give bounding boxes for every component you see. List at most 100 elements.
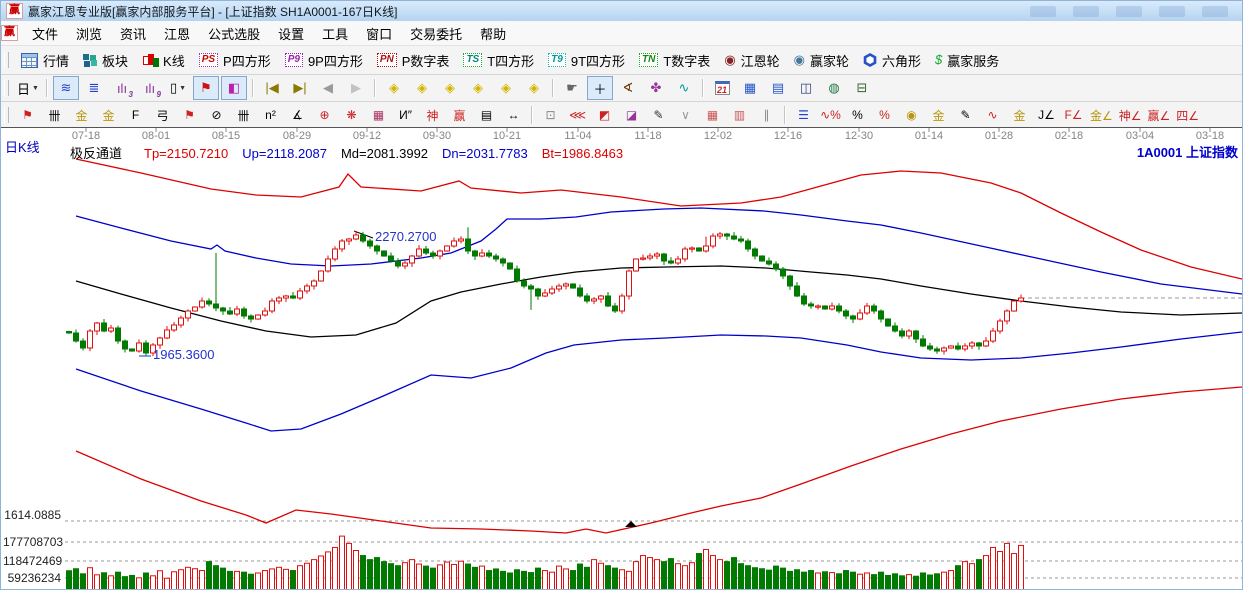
menu-item-trade[interactable]: 交易委托 — [401, 21, 471, 46]
brush-scale-tool[interactable]: ⚑ — [177, 104, 202, 126]
bars-3-button[interactable]: ılı3 — [109, 76, 135, 100]
j-angle-tool[interactable]: J∠ — [1034, 104, 1059, 126]
scale-lines-tool[interactable]: 卌 — [42, 104, 67, 126]
shen-angle-tool[interactable]: 神∠ — [1117, 104, 1144, 126]
printer-button[interactable]: ⊟ — [849, 76, 875, 100]
feature-gann-wheel-button[interactable]: ◉江恩轮 — [717, 49, 786, 72]
calculator-button[interactable]: ▦ — [737, 76, 763, 100]
color-histogram-button[interactable]: ◧ — [221, 76, 247, 100]
width-arrows-tool[interactable]: ↔ — [501, 104, 526, 126]
percent-tool[interactable]: % — [845, 104, 870, 126]
diamond-expand-button[interactable]: ◈ — [493, 76, 519, 100]
pencil-candle-tool[interactable]: ✎ — [953, 104, 978, 126]
i-marks-tool[interactable]: И″ — [393, 104, 418, 126]
feature-hexagon-button[interactable]: 六角形 — [856, 49, 928, 72]
calendar-button[interactable]: 21 — [709, 76, 735, 100]
red-grid-tool-2[interactable]: ▦ — [700, 104, 725, 126]
bow-scale-tool[interactable]: 弓 — [150, 104, 175, 126]
gold-scale-tool-1[interactable]: 金 — [69, 104, 94, 126]
menu-item-browse[interactable]: 浏览 — [67, 21, 111, 46]
crosshair-button[interactable]: ＋ — [587, 76, 613, 100]
menu-item-gann[interactable]: 江恩 — [155, 21, 199, 46]
menu-item-settings[interactable]: 设置 — [269, 21, 313, 46]
gold-box-tool[interactable]: 金 — [1007, 104, 1032, 126]
notes-button[interactable]: ▤ — [765, 76, 791, 100]
grid-123-tool[interactable]: ▤ — [474, 104, 499, 126]
n-squared-tool[interactable]: n² — [258, 104, 283, 126]
pencil-angle-tool[interactable]: ✎ — [646, 104, 671, 126]
pan-hand-button[interactable]: ☛ — [559, 76, 585, 100]
jump-last-button[interactable]: ▶| — [287, 76, 313, 100]
menu-item-help[interactable]: 帮助 — [471, 21, 515, 46]
feature-winner-wheel-button[interactable]: ◉赢家轮 — [787, 49, 856, 72]
toolbar-grip[interactable] — [4, 107, 9, 123]
feature-9p-square-button[interactable]: P99P四方形 — [278, 49, 370, 72]
diamond-compress-button[interactable]: ◈ — [521, 76, 547, 100]
diamond-right-button[interactable]: ◈ — [409, 76, 435, 100]
blue-bars-tool[interactable]: ☰ — [791, 104, 816, 126]
win-scale-tool[interactable]: 赢 — [447, 104, 472, 126]
feature-winner-service-button[interactable]: $赢家服务 — [928, 49, 1006, 72]
red-fan-tool[interactable]: ⋘ — [565, 104, 590, 126]
circle-scale-tool[interactable]: ⊘ — [204, 104, 229, 126]
red-compass-tool[interactable]: ⊕ — [312, 104, 337, 126]
gold-circle-tool[interactable]: ◉ — [899, 104, 924, 126]
gold-angle-tool[interactable]: 金∠ — [1088, 104, 1115, 126]
f-angle-tool[interactable]: F∠ — [1061, 104, 1086, 126]
feature-quotes-button[interactable]: 行情 — [14, 49, 76, 72]
red-grid-box-tool[interactable]: ▦ — [366, 104, 391, 126]
feature-t-square-button[interactable]: TST四方形 — [456, 49, 541, 72]
check-wave-tool[interactable]: ∨ — [673, 104, 698, 126]
purple-gann-button[interactable]: ✤ — [643, 76, 669, 100]
feature-p-table-button[interactable]: PNP数字表 — [370, 49, 457, 72]
red-grid-tool-3[interactable]: ▥ — [727, 104, 752, 126]
feature-kline-button[interactable]: K线 — [135, 49, 192, 72]
overlay-chart-button[interactable]: ≋ — [53, 76, 79, 100]
menu-item-news[interactable]: 资讯 — [111, 21, 155, 46]
candle-style-dropdown[interactable]: ▯▼ — [165, 76, 191, 100]
shen-scale-tool[interactable]: 神 — [420, 104, 445, 126]
menu-item-tools[interactable]: 工具 — [313, 21, 357, 46]
titlebar[interactable]: 赢 赢家江恩专业版[赢家内部服务平台] - [上证指数 SH1A0001-167… — [1, 1, 1242, 21]
star-grid-tool[interactable]: ❋ — [339, 104, 364, 126]
gold-scale-tool-2[interactable]: 金 — [96, 104, 121, 126]
bars-9-button[interactable]: ılı9 — [137, 76, 163, 100]
feature-p-square-button[interactable]: PSP四方形 — [192, 49, 278, 72]
page-left-button[interactable]: ◀ — [315, 76, 341, 100]
period-day-dropdown[interactable]: 日▼ — [15, 76, 41, 100]
save-button[interactable]: ◫ — [793, 76, 819, 100]
diamond-up-button[interactable]: ◈ — [437, 76, 463, 100]
diamond-left-button[interactable]: ◈ — [381, 76, 407, 100]
info-list-button[interactable]: ≣ — [81, 76, 107, 100]
feature-9t-square-button[interactable]: T99T四方形 — [541, 49, 632, 72]
angle-scale-tool[interactable]: ∡ — [285, 104, 310, 126]
feature-t-table-button[interactable]: TNT数字表 — [632, 49, 717, 72]
plain-scale-tool[interactable]: 卌 — [231, 104, 256, 126]
feature-sectors-button[interactable]: 板块 — [76, 49, 135, 72]
square-frame-tool[interactable]: ⊡ — [538, 104, 563, 126]
menu-item-formula-picker[interactable]: 公式选股 — [199, 21, 269, 46]
win-angle-tool[interactable]: 赢∠ — [1146, 104, 1173, 126]
menu-item-window[interactable]: 窗口 — [357, 21, 401, 46]
web-tools-button[interactable]: ◍ — [821, 76, 847, 100]
red-highlight-button[interactable]: ⚑ — [193, 76, 219, 100]
toolbar-grip[interactable] — [4, 52, 9, 68]
page-right-button[interactable]: ▶ — [343, 76, 369, 100]
teal-wave-button[interactable]: ∿ — [671, 76, 697, 100]
red-fan-box-tool[interactable]: ◩ — [592, 104, 617, 126]
parallel-lines-tool[interactable]: ∥ — [754, 104, 779, 126]
diamond-down-button[interactable]: ◈ — [465, 76, 491, 100]
toolbar-grip[interactable] — [4, 80, 9, 96]
gold-lines-tool[interactable]: 金 — [926, 104, 951, 126]
purple-fan-box-tool[interactable]: ◪ — [619, 104, 644, 126]
jump-first-button[interactable]: |◀ — [259, 76, 285, 100]
percent-wave-tool[interactable]: ∿% — [818, 104, 843, 126]
percent-line-tool[interactable]: % — [872, 104, 897, 126]
angle-tool-button[interactable]: ∢ — [615, 76, 641, 100]
red-wave-tool[interactable]: ∿ — [980, 104, 1005, 126]
candle-body — [277, 298, 282, 301]
red-brush-tool[interactable]: ⚑ — [15, 104, 40, 126]
menu-item-file[interactable]: 文件 — [23, 21, 67, 46]
four-angle-tool[interactable]: 四∠ — [1174, 104, 1201, 126]
f-scale-tool[interactable]: F — [123, 104, 148, 126]
